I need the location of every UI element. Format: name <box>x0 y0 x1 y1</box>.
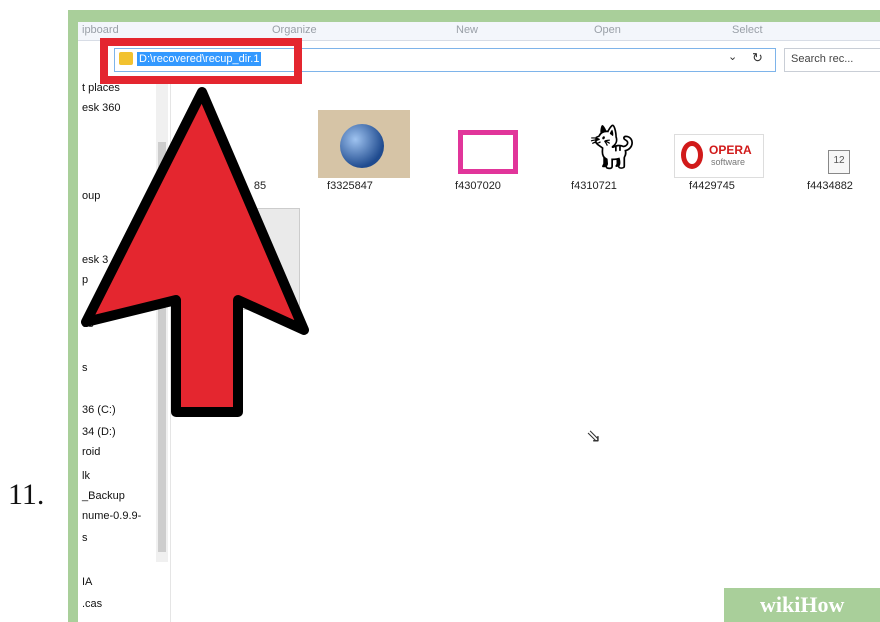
watermark-badge: wikiHow <box>724 588 880 622</box>
arrow-shape <box>81 87 309 417</box>
red-arrow-annotation <box>81 87 309 417</box>
watermark-text: wikiHow <box>760 592 845 617</box>
address-highlight-box <box>100 38 302 84</box>
